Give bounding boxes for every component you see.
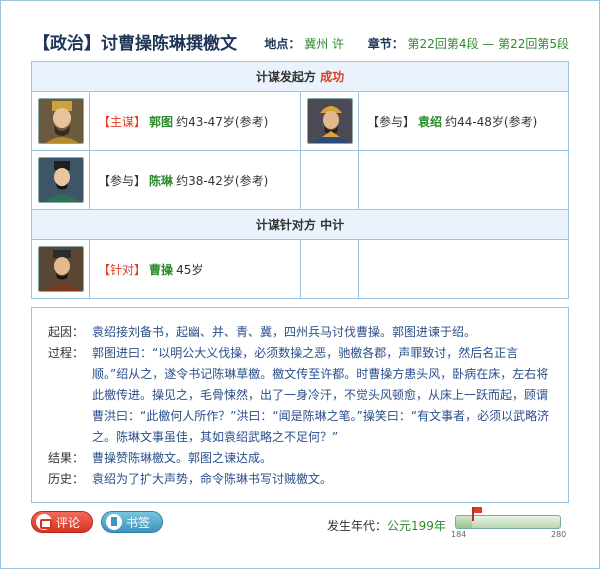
person-age: 约38-42岁(参考): [176, 173, 269, 188]
portrait-chenlin: [37, 157, 84, 203]
person-info: 【主谋】 郭图 约43-47岁(参考): [98, 114, 269, 129]
story-history: 历史： 袁绍为了扩大声势，命令陈琳书写讨贼檄文。: [48, 469, 554, 490]
cause-text: 袁绍接刘备书，起幽、并、青、冀，四州兵马讨伐曹操。郭图进谏于绍。: [92, 325, 477, 339]
cause-label: 起因：: [48, 325, 85, 339]
portrait-guotu: [37, 98, 84, 144]
process-label: 过程：: [48, 346, 85, 360]
person-name-link[interactable]: 袁绍: [418, 115, 442, 129]
chapter-value[interactable]: 第22回第4段 — 第22回第5段: [408, 37, 569, 51]
year-value: 公元199年: [387, 519, 446, 533]
flag-icon: [472, 507, 482, 521]
timeline-fill: [456, 516, 472, 528]
history-text: 袁绍为了扩大声势，命令陈琳书写讨贼檄文。: [92, 472, 333, 486]
role-tag: 参与: [379, 114, 404, 129]
bookmark-button[interactable]: 书签: [101, 511, 163, 533]
location-value[interactable]: 冀州 许: [304, 37, 344, 51]
portrait-yuanshao: [306, 98, 353, 144]
event-meta: 地点： 冀州 许 章节： 第22回第4段 — 第22回第5段: [264, 35, 569, 52]
target-heading-label: 计谋针对方: [255, 218, 316, 232]
result-text: 曹操赞陈琳檄文。郭图之谏达成。: [92, 451, 273, 465]
bookmark-label: 书签: [126, 515, 151, 530]
initiator-row-1: 【主谋】 郭图 约43-47岁(参考) 【参与】 袁绍 约44-48岁(参考): [32, 92, 568, 151]
page-frame: 【政治】讨曹操陈琳撰檄文 地点： 冀州 许 章节： 第22回第4段 — 第22回…: [0, 0, 600, 569]
target-row-1: 【针对】 曹操 45岁: [32, 240, 568, 298]
footer-bar: 评论 书签 发生年代：公元199年 184 280: [31, 507, 571, 551]
portrait-caocao: [37, 246, 84, 292]
avatar[interactable]: [32, 240, 90, 298]
timeline-bar[interactable]: [455, 507, 561, 529]
avatar[interactable]: [301, 92, 359, 150]
initiator-heading-label: 计谋发起方: [255, 70, 316, 84]
person-card: 【主谋】 郭图 约43-47岁(参考): [32, 92, 301, 150]
person-age: 45岁: [176, 262, 204, 277]
chapter-label: 章节：: [367, 37, 404, 51]
timeline-max: 280: [551, 530, 567, 539]
page-title: 【政治】讨曹操陈琳撰檄文: [33, 34, 237, 54]
empty-person-slot: [301, 240, 568, 298]
target-heading: 计谋针对方 中计: [32, 210, 568, 240]
location-label: 地点：: [264, 37, 301, 51]
person-info: 【针对】 曹操 45岁: [98, 262, 204, 277]
year-display: 发生年代：公元199年: [327, 517, 446, 534]
role-tag: 针对: [110, 262, 135, 277]
person-name-link[interactable]: 郭图: [149, 115, 173, 129]
history-label: 历史：: [48, 472, 85, 486]
year-label: 发生年代：: [327, 519, 388, 533]
person-name-link[interactable]: 陈琳: [149, 174, 173, 188]
role-tag: 主谋: [110, 114, 135, 129]
initiator-result: 成功: [320, 70, 345, 84]
bookmark-icon: [106, 514, 122, 530]
person-age: 约43-47岁(参考): [176, 114, 269, 129]
person-age: 约44-48岁(参考): [445, 114, 538, 129]
participants-panel: 计谋发起方 成功 【主谋】 郭图约43-47岁(参考) 【参与】 袁绍 约44-…: [31, 61, 569, 299]
comment-icon: [36, 514, 52, 530]
story-box: 起因： 袁绍接刘备书，起幽、并、青、冀，四州兵马讨伐曹操。郭图进谏于绍。 过程：…: [31, 307, 569, 503]
person-card: 【针对】 曹操 45岁: [32, 240, 301, 298]
target-result: 中计: [320, 218, 345, 232]
story-process: 过程： 郭图进曰：“以明公大义伐操，必须数操之恶，驰檄各郡，声罪致讨，然后名正言…: [48, 343, 554, 448]
role-tag: 参与: [110, 173, 135, 188]
comment-label: 评论: [56, 515, 81, 530]
person-name-link[interactable]: 曹操: [149, 263, 173, 277]
person-info: 【参与】 陈琳 约38-42岁(参考): [98, 173, 269, 188]
empty-person-slot: [301, 151, 568, 209]
process-text: 郭图进曰：“以明公大义伐操，必须数操之恶，驰檄各郡，声罪致讨，然后名正言顺。”绍…: [92, 346, 550, 444]
person-card: 【参与】 袁绍 约44-48岁(参考): [301, 92, 568, 150]
timeline-min: 184: [451, 530, 467, 539]
avatar[interactable]: [32, 92, 90, 150]
avatar[interactable]: [32, 151, 90, 209]
story-result: 结果： 曹操赞陈琳檄文。郭图之谏达成。: [48, 448, 554, 469]
person-card: 【参与】 陈琳 约38-42岁(参考): [32, 151, 301, 209]
person-info: 【参与】 袁绍 约44-48岁(参考): [367, 114, 538, 129]
story-cause: 起因： 袁绍接刘备书，起幽、并、青、冀，四州兵马讨伐曹操。郭图进谏于绍。: [48, 322, 554, 343]
result-label: 结果：: [48, 451, 85, 465]
initiator-heading: 计谋发起方 成功: [32, 62, 568, 92]
initiator-row-2: 【参与】 陈琳 约38-42岁(参考): [32, 151, 568, 210]
comment-button[interactable]: 评论: [31, 511, 93, 533]
page-header: 【政治】讨曹操陈琳撰檄文 地点： 冀州 许 章节： 第22回第4段 — 第22回…: [33, 29, 573, 57]
